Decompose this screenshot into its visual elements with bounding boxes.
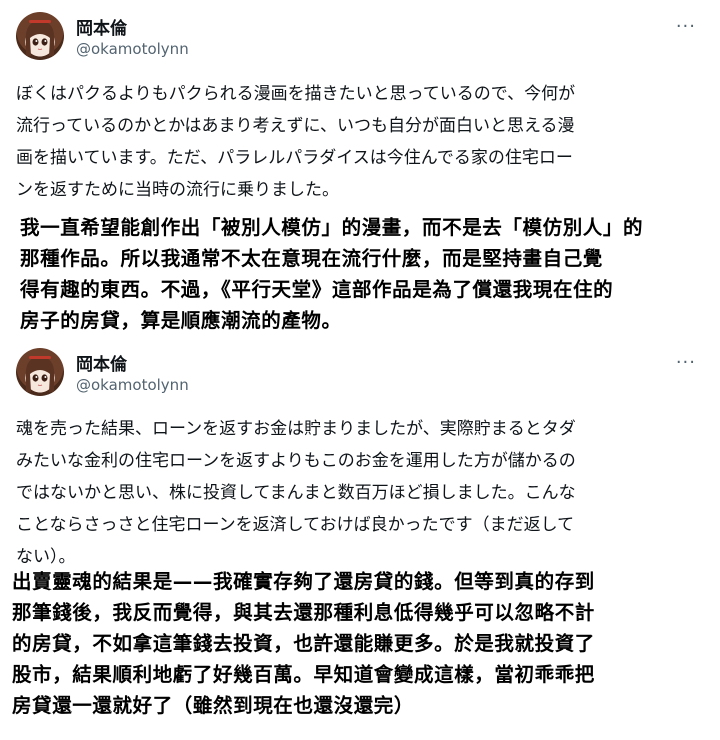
author-name[interactable]: 岡本倫	[76, 14, 127, 39]
avatar[interactable]	[16, 348, 64, 396]
translation-text: 出賣靈魂的結果是——我確實存夠了還房貸的錢。但等到真的存到 那筆錢後，我反而覺得…	[12, 570, 595, 717]
post-text: 魂を売った結果、ローンを返すお金は貯まりましたが、実際貯まるとタダ みたいな金利…	[16, 419, 576, 567]
post-text: ぼくはパクるよりもパクられる漫画を描きたいと思っているので、今何が 流行っている…	[16, 84, 576, 200]
more-dots-icon[interactable]: ···	[676, 352, 696, 373]
post-header: 岡本倫 @okamotolynn ···	[0, 4, 720, 60]
more-dots-icon[interactable]: ···	[676, 16, 696, 37]
avatar-portrait-icon	[25, 356, 55, 392]
author-handle[interactable]: @okamotolynn	[76, 40, 189, 58]
avatar[interactable]	[16, 12, 64, 60]
avatar-portrait-icon	[25, 20, 55, 56]
author-handle[interactable]: @okamotolynn	[76, 376, 189, 394]
author-name[interactable]: 岡本倫	[76, 350, 127, 375]
translation-text: 我一直希望能創作出「被別人模仿」的漫畫，而不是去「模仿別人」的 那種作品。所以我…	[20, 216, 644, 332]
post-header: 岡本倫 @okamotolynn ···	[0, 340, 720, 396]
